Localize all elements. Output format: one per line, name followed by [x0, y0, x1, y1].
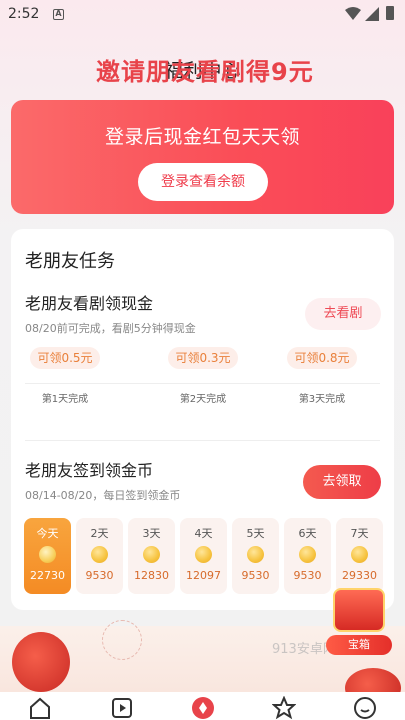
day-label: 7天 — [350, 527, 369, 540]
day-label: 5天 — [246, 527, 265, 540]
day-amount: 12097 — [186, 569, 221, 582]
lantern-left-icon — [12, 632, 70, 692]
day-label: 6天 — [298, 527, 317, 540]
status-bar: 2:52 A — [0, 0, 405, 32]
reward-item-3: 可领0.8元 — [282, 347, 362, 369]
day-cell-3[interactable]: 3天 12830 — [128, 518, 175, 594]
login-banner: 登录后现金红包天天领 登录查看余额 — [11, 100, 394, 214]
reward-amount: 可领0.3元 — [168, 347, 238, 369]
coin-icon — [143, 546, 160, 563]
reward-day: 第2天完成 — [179, 394, 227, 405]
day-cell-today[interactable]: 今天 22730 — [24, 518, 71, 594]
day-cell-7[interactable]: 7天 29330 — [336, 518, 383, 594]
day-amount: 29330 — [342, 569, 377, 582]
day-label: 3天 — [142, 527, 161, 540]
coin-icon — [247, 546, 264, 563]
home-icon[interactable] — [28, 696, 52, 720]
coin-icon — [91, 546, 108, 563]
day-cell-5[interactable]: 5天 9530 — [232, 518, 279, 594]
signin-task-title: 老朋友签到领金币 — [25, 461, 154, 480]
reward-progress-line — [25, 383, 380, 384]
divider — [25, 440, 380, 441]
reward-day: 第3天完成 — [298, 394, 346, 405]
coin-icon — [351, 546, 368, 563]
profile-icon[interactable] — [353, 696, 377, 720]
battery-icon — [386, 6, 394, 20]
signin-days: 今天 22730 2天 9530 3天 12830 4天 12097 5天 95… — [24, 518, 383, 594]
reward-item-1: 可领0.5元 — [25, 347, 105, 369]
coin-icon — [39, 546, 56, 563]
day-cell-6[interactable]: 6天 9530 — [284, 518, 331, 594]
reward-amount: 可领0.8元 — [287, 347, 357, 369]
day-amount: 12830 — [134, 569, 169, 582]
welfare-icon[interactable] — [191, 696, 215, 720]
watch-task-subtitle: 08/20前可完成，看剧5分钟得现金 — [25, 322, 196, 335]
section-title: 老朋友任务 — [25, 251, 115, 272]
star-icon[interactable] — [272, 696, 296, 720]
day-amount: 9530 — [293, 569, 322, 582]
signal-icon — [365, 7, 379, 21]
signin-task-subtitle: 08/14-08/20，每日签到领金币 — [25, 489, 181, 502]
coin-icon — [299, 546, 316, 563]
reward-day: 第1天完成 — [41, 394, 89, 405]
play-icon[interactable] — [110, 696, 134, 720]
bottom-nav — [0, 692, 405, 720]
day-amount: 9530 — [241, 569, 270, 582]
old-friend-task-card: 老朋友任务 老朋友看剧领现金 08/20前可完成，看剧5分钟得现金 去看剧 可领… — [11, 229, 394, 610]
login-check-balance-button[interactable]: 登录查看余额 — [138, 163, 268, 201]
reward-row: 可领0.5元 第1天完成 可领0.3元 第2天完成 可领0.8元 第3天完成 — [25, 347, 380, 407]
watch-task-title: 老朋友看剧领现金 — [25, 294, 154, 313]
day-cell-2[interactable]: 2天 9530 — [76, 518, 123, 594]
status-time: 2:52 — [8, 6, 40, 22]
reward-amount: 可领0.5元 — [30, 347, 100, 369]
day-label: 4天 — [194, 527, 213, 540]
treasure-chest-icon — [333, 588, 385, 632]
treasure-label: 宝箱 — [326, 635, 392, 655]
reward-item-2: 可领0.3元 — [163, 347, 243, 369]
notification-icon: A — [53, 9, 64, 20]
day-cell-4[interactable]: 4天 12097 — [180, 518, 227, 594]
go-claim-button[interactable]: 去领取 — [303, 465, 381, 499]
go-watch-button[interactable]: 去看剧 — [305, 298, 381, 330]
firework-decoration — [102, 620, 142, 660]
wifi-icon — [345, 7, 361, 20]
day-label: 今天 — [36, 527, 59, 540]
banner-title: 登录后现金红包天天领 — [104, 126, 300, 148]
treasure-chest-button[interactable]: 宝箱 — [326, 588, 392, 658]
day-label: 2天 — [90, 527, 109, 540]
day-amount: 22730 — [30, 569, 65, 582]
day-amount: 9530 — [85, 569, 114, 582]
coin-icon — [195, 546, 212, 563]
promo-text: 邀请朋友看剧得9元 — [96, 58, 314, 86]
